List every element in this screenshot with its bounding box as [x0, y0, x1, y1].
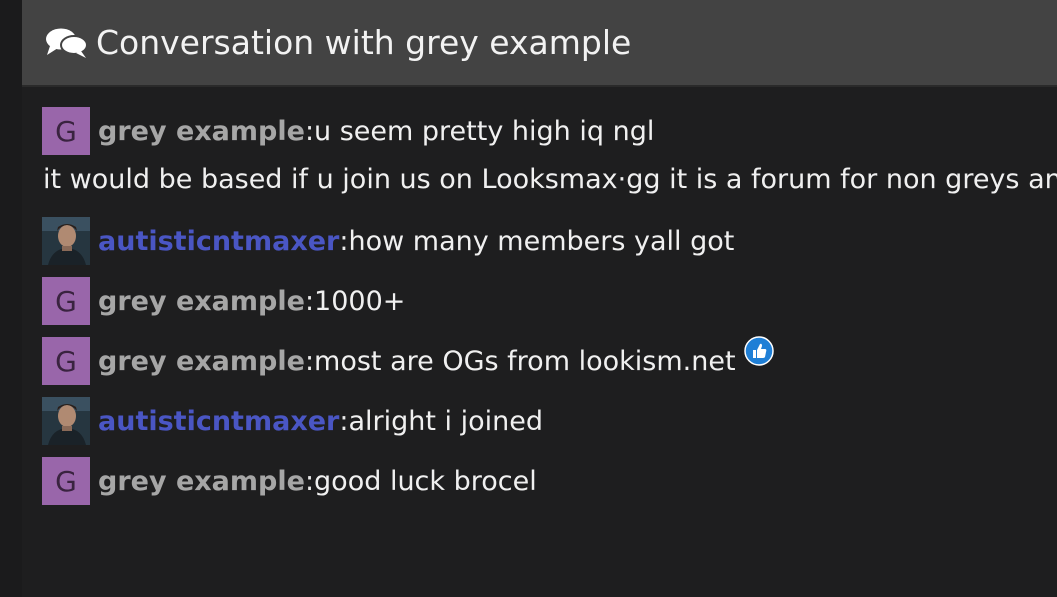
message-item: G grey example: 1000+ [42, 277, 1057, 337]
author-separator: : [304, 115, 315, 147]
avatar[interactable]: G [42, 337, 90, 385]
message-continuation: it would be based if u join us on Looksm… [43, 164, 1057, 195]
thumbs-up-icon [743, 336, 774, 366]
message-text: how many members yall got [348, 225, 735, 257]
message-item: G grey example: good luck brocel [42, 457, 1057, 517]
author-separator: : [339, 225, 349, 257]
author-link[interactable]: grey example [98, 346, 305, 377]
message-text: alright i joined [348, 405, 544, 437]
message-text: u seem pretty high iq ngl [314, 115, 655, 147]
left-edge-strip [0, 0, 22, 597]
message-item: autisticntmaxer: alright i joined [42, 397, 1057, 457]
author-separator: : [304, 345, 315, 377]
conversation-header: Conversation with grey example [22, 0, 1057, 87]
avatar[interactable]: G [42, 277, 90, 325]
avatar-image [42, 397, 90, 445]
page-title: Conversation with grey example [96, 23, 632, 62]
author-link[interactable]: autisticntmaxer [98, 226, 339, 257]
message-item: autisticntmaxer: how many members yall g… [42, 217, 1057, 277]
message-text: 1000+ [314, 285, 406, 317]
comments-icon [45, 27, 89, 59]
author-link[interactable]: autisticntmaxer [98, 406, 339, 437]
author-link[interactable]: grey example [98, 286, 305, 317]
message-item: G grey example: most are OGs from lookis… [42, 336, 1057, 397]
author-separator: : [304, 465, 315, 497]
author-link[interactable]: grey example [98, 466, 305, 497]
author-separator: : [304, 285, 315, 317]
conversation-page: Conversation with grey example G grey ex… [0, 0, 1057, 597]
avatar-image [42, 217, 90, 265]
message-list: G grey example: u seem pretty high iq ng… [42, 107, 1057, 517]
message-text: most are OGs from lookism.net [314, 345, 736, 377]
avatar[interactable] [42, 217, 90, 265]
avatar[interactable]: G [42, 107, 90, 155]
author-separator: : [339, 405, 349, 437]
avatar[interactable]: G [42, 457, 90, 505]
avatar[interactable] [42, 397, 90, 445]
message-text: good luck brocel [314, 465, 537, 497]
author-link[interactable]: grey example [98, 116, 305, 147]
message-item: G grey example: u seem pretty high iq ng… [42, 107, 1057, 217]
